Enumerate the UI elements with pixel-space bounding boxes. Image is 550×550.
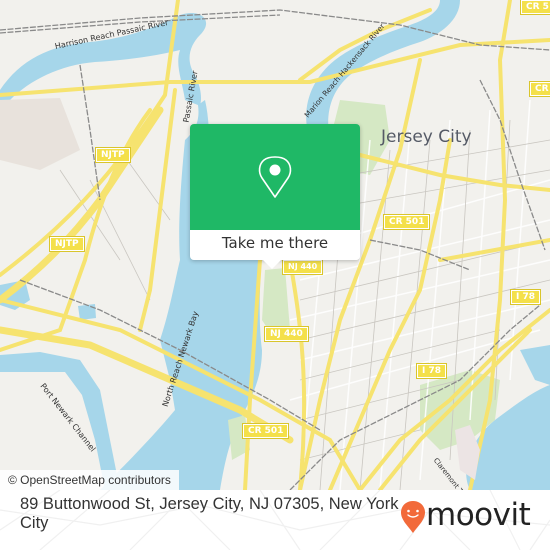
road-shield-cr: CR — [529, 81, 550, 97]
moovit-logo[interactable]: moovit — [400, 497, 540, 540]
popup-header — [190, 124, 360, 230]
take-me-there-button[interactable]: Take me there — [190, 230, 360, 260]
moovit-wordmark: moovit — [426, 497, 531, 533]
moovit-pin-smile-icon — [401, 501, 425, 533]
footer: 89 Buttonwood St, Jersey City, NJ 07305,… — [0, 490, 550, 550]
map-attribution[interactable]: © OpenStreetMap contributors — [0, 470, 179, 490]
road-shield-njtp: NJTP — [95, 147, 131, 163]
road-shield-nj-440: NJ 440 — [264, 326, 309, 342]
road-shield-cr-501: CR 501 — [382, 214, 431, 230]
map-view[interactable]: Harrison Reach Passaic River Passaic Riv… — [0, 0, 550, 490]
road-shield-i-78: I 78 — [509, 289, 542, 305]
destination-popup: Take me there — [190, 124, 360, 269]
address-text: 89 Buttonwood St, Jersey City, NJ 07305,… — [20, 495, 399, 532]
industrial-area — [0, 98, 80, 170]
map-pin-icon — [258, 156, 292, 198]
road-shield-cr: CR 5 — [520, 0, 550, 15]
city-label-jersey-city: Jersey City — [381, 127, 472, 147]
road-shield-njtp: NJTP — [49, 236, 85, 252]
road-shield-nj-440: NJ 440 — [281, 259, 324, 275]
road-shield-cr-501: CR 501 — [241, 423, 290, 439]
popup-pointer — [263, 260, 281, 269]
water-bay-right — [520, 345, 550, 385]
road-shield-i-78: I 78 — [415, 363, 448, 379]
